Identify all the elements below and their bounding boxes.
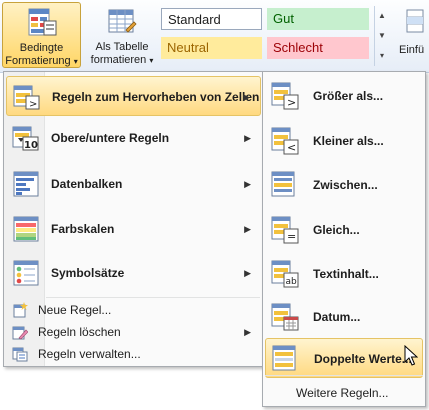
menu-separator (46, 297, 260, 298)
svg-text:>: > (287, 96, 296, 109)
chevron-down-icon: ▾ (149, 56, 154, 65)
menu-item-label: Regeln löschen (38, 325, 121, 339)
submenu-arrow-icon: ▶ (244, 133, 251, 143)
conditional-formatting-label-2: Formatierung (5, 55, 71, 67)
menu-item-label: Datenbalken (51, 177, 123, 191)
submenu-item-less-than[interactable]: < Kleiner als... (265, 121, 423, 161)
format-as-table-label-2: formatieren (90, 54, 147, 66)
submenu-item-label: Textinhalt... (313, 267, 379, 281)
style-neutral[interactable]: Neutral (161, 37, 262, 59)
submenu-item-between[interactable]: Zwischen... (265, 165, 423, 205)
insert-label: Einfü (399, 44, 425, 56)
duplicate-values-icon (272, 345, 296, 371)
conditional-formatting-menu: > Regeln zum Hervorheben von Zellen ▶ 10… (3, 71, 264, 367)
format-as-table-button[interactable]: Als Tabelle formatieren ▾ (86, 2, 158, 68)
gallery-scroll: ▲ ▼ ▾ (374, 6, 389, 66)
submenu-arrow-icon: ▶ (244, 327, 251, 337)
insert-cells-icon (406, 9, 424, 33)
submenu-item-label: Größer als... (313, 89, 384, 103)
highlight-rules-submenu: > Größer als... < Kleiner als... Zwische… (262, 71, 426, 407)
submenu-item-label: Gleich... (313, 223, 360, 237)
cell-styles-gallery: Standard Gut Neutral Schlecht (159, 6, 374, 66)
insert-button[interactable]: Einfü (399, 4, 429, 66)
menu-item-label: Regeln verwalten... (38, 347, 141, 361)
data-bars-icon (13, 171, 39, 197)
menu-item-new-rule[interactable]: Neue Regel... (6, 299, 261, 321)
submenu-item-label: Zwischen... (313, 178, 378, 192)
submenu-separator (265, 375, 423, 376)
between-icon (271, 171, 295, 197)
svg-text:>: > (29, 99, 37, 110)
more-rules-item[interactable]: Weitere Regeln... (296, 383, 389, 403)
conditional-formatting-label-1: Bedingte (19, 42, 64, 54)
submenu-item-date-occurring[interactable]: Datum... (265, 297, 423, 337)
conditional-formatting-icon (28, 8, 56, 36)
highlight-rules-icon: > (13, 85, 40, 110)
text-contains-icon: ab (271, 260, 299, 288)
menu-item-label: Symbolsätze (51, 266, 125, 280)
submenu-arrow-icon: ▶ (244, 268, 251, 278)
menu-item-label: Obere/untere Regeln (51, 131, 170, 145)
top-bottom-rules-icon: 10 (12, 126, 39, 151)
menu-item-label: Regeln zum Hervorheben von Zellen (52, 90, 260, 104)
mouse-cursor-icon (404, 345, 418, 366)
less-than-icon: < (271, 127, 299, 155)
style-gut[interactable]: Gut (267, 8, 369, 30)
menu-item-label: Neue Regel... (38, 303, 112, 317)
menu-item-icon-sets[interactable]: Symbolsätze ▶ (6, 253, 261, 293)
manage-rules-icon (12, 347, 28, 362)
submenu-arrow-icon: ▶ (244, 179, 251, 189)
table-format-icon (108, 9, 137, 33)
menu-item-label: Farbskalen (51, 222, 115, 236)
svg-text:=: = (287, 230, 296, 243)
icon-sets-icon (13, 260, 39, 286)
scroll-up-icon[interactable]: ▲ (375, 6, 389, 26)
submenu-arrow-icon: ▶ (244, 224, 251, 234)
svg-text:10: 10 (24, 140, 38, 151)
svg-text:<: < (287, 141, 296, 154)
style-schlecht[interactable]: Schlecht (267, 37, 369, 59)
menu-item-top-bottom-rules[interactable]: 10 Obere/untere Regeln ▶ (6, 118, 261, 158)
style-standard[interactable]: Standard (161, 8, 262, 30)
menu-item-highlight-cell-rules[interactable]: > Regeln zum Hervorheben von Zellen ▶ (6, 76, 261, 116)
submenu-item-duplicate-values[interactable]: Doppelte Werte... (265, 338, 423, 378)
scroll-down-icon[interactable]: ▼ (375, 26, 389, 46)
conditional-formatting-button[interactable]: Bedingte Formatierung ▾ (2, 2, 81, 68)
menu-item-data-bars[interactable]: Datenbalken ▶ (6, 164, 261, 204)
submenu-item-greater-than[interactable]: > Größer als... (265, 76, 423, 116)
greater-than-icon: > (271, 82, 299, 110)
svg-text:ab: ab (286, 277, 298, 287)
new-rule-icon (13, 302, 28, 318)
menu-item-color-scales[interactable]: Farbskalen ▶ (6, 209, 261, 249)
submenu-item-label: Kleiner als... (313, 134, 384, 148)
gallery-expand-icon[interactable]: ▾ (375, 46, 389, 66)
submenu-arrow-icon: ▶ (243, 92, 250, 102)
equal-to-icon: = (271, 216, 299, 244)
submenu-item-label: Datum... (313, 310, 361, 324)
menu-item-clear-rules[interactable]: Regeln löschen ▶ (6, 321, 261, 343)
color-scales-icon (13, 216, 39, 242)
menu-item-manage-rules[interactable]: Regeln verwalten... (6, 343, 261, 365)
clear-rules-icon (12, 326, 28, 340)
submenu-item-equal-to[interactable]: = Gleich... (265, 210, 423, 250)
submenu-item-text-contains[interactable]: ab Textinhalt... (265, 254, 423, 294)
chevron-down-icon: ▾ (73, 57, 78, 66)
date-occurring-icon (271, 303, 299, 331)
ribbon: Bedingte Formatierung ▾ Als Tabelle form… (0, 0, 429, 73)
format-as-table-label-1: Als Tabelle (95, 41, 149, 53)
submenu-item-label: Doppelte Werte... (314, 352, 412, 366)
